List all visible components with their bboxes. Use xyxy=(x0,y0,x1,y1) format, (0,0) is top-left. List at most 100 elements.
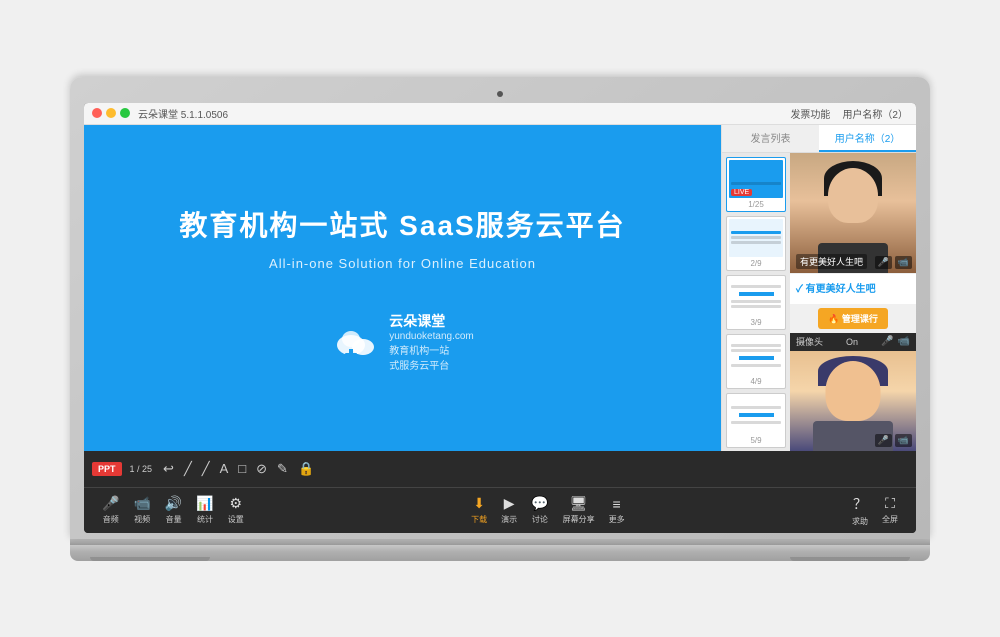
user2-face xyxy=(826,361,881,421)
stats-label: 统计 xyxy=(197,514,213,525)
chat-label: 讨论 xyxy=(532,514,548,525)
rp-content: LIVE 1/25 xyxy=(722,153,916,451)
toolbar-undo[interactable]: ↩ xyxy=(160,461,177,477)
slide-main-text: 教育机构一站式 SaaS服务云平台 xyxy=(179,204,625,244)
screenshare-label: 屏幕分享 xyxy=(563,514,595,525)
toolbar-pencil[interactable]: ✎ xyxy=(274,461,291,477)
toolbar-text[interactable]: A xyxy=(217,461,232,476)
user-area: 有更美好人生吧 🎤 📹 ✓ 有更美好人生吧 xyxy=(790,153,916,451)
window-title: 云朵课堂 5.1.1.0506 xyxy=(138,106,228,121)
manage-button[interactable]: 🔥 管理课行 xyxy=(818,308,888,329)
thumb-1[interactable]: LIVE 1/25 xyxy=(726,157,786,212)
user1-name: 有更美好人生吧 xyxy=(796,254,867,269)
audio-icon: 🎤 xyxy=(102,495,119,512)
ctrl-volume[interactable]: 🔊 音量 xyxy=(159,495,188,525)
laptop-hinge xyxy=(70,539,930,545)
laptop-foot-left xyxy=(90,557,210,561)
user-video-top: 有更美好人生吧 🎤 📹 xyxy=(790,153,916,273)
download-icon: ⬇ xyxy=(473,495,485,512)
logo-url: yunduoketang.com xyxy=(389,331,474,342)
slide-thumbs: LIVE 1/25 xyxy=(722,153,790,451)
toolbar-erase[interactable]: ⊘ xyxy=(253,461,270,477)
right-panel: 发言列表 用户名称（2） xyxy=(721,125,916,451)
present-label: 演示 xyxy=(501,514,517,525)
vl-icon-1[interactable]: 🎤 xyxy=(881,336,893,347)
toolbar-line[interactable]: ╱ xyxy=(199,461,213,477)
window-controls xyxy=(92,108,130,118)
screen-bezel: 云朵课堂 5.1.1.0506 发票功能 用户名称（2） 教育机构一站式 Saa… xyxy=(70,77,930,539)
right-panel-tabs: 发言列表 用户名称（2） xyxy=(722,125,916,153)
video-label-bar: 摄像头 On 🎤 📹 xyxy=(790,333,916,351)
thumb-2[interactable]: 2/9 xyxy=(726,216,786,271)
settings-icon: ⚙ xyxy=(229,495,242,512)
ctrl-settings[interactable]: ⚙ 设置 xyxy=(222,495,250,525)
camera xyxy=(497,91,503,97)
video-controls-1: 🎤 📹 xyxy=(875,256,912,269)
thumb-3[interactable]: 3/9 xyxy=(726,275,786,330)
logo-tagline2: 式服务云平台 xyxy=(389,357,474,372)
help-label: 求助 xyxy=(852,516,868,527)
help-icon: ？ xyxy=(853,494,867,514)
laptop-base xyxy=(70,545,930,561)
tab-users[interactable]: 用户名称（2） xyxy=(819,125,916,152)
slide-sub-text: All-in-one Solution for Online Education xyxy=(269,256,536,271)
ctrl-video[interactable]: 📹 视频 xyxy=(127,495,156,525)
ppt-btn[interactable]: PPT xyxy=(92,462,122,476)
ctrl-fullscreen[interactable]: ⛶ 全屏 xyxy=(876,495,904,525)
window-chrome: 云朵课堂 5.1.1.0506 发票功能 用户名称（2） xyxy=(84,103,916,125)
ctrl-chat[interactable]: 💬 讨论 xyxy=(525,495,554,525)
cam-btn-2[interactable]: 📹 xyxy=(895,434,912,447)
thumb-1-number: 1/25 xyxy=(729,200,783,209)
chat-msg-1: ✓ 有更美好人生吧 xyxy=(796,280,910,295)
logo-name: 云朵课堂 xyxy=(389,311,474,331)
chat-sender: ✓ 有更美好人生吧 xyxy=(796,284,876,295)
thumb-5-number: 5/9 xyxy=(729,436,783,445)
ctrl-download[interactable]: ⬇ 下载 xyxy=(465,495,493,525)
maximize-button[interactable] xyxy=(120,108,130,118)
fullscreen-icon: ⛶ xyxy=(885,495,895,512)
logo-text-block: 云朵课堂 yunduoketang.com 教育机构一站 式服务云平台 xyxy=(389,311,474,372)
slide-logo-area: 云朵课堂 yunduoketang.com 教育机构一站 式服务云平台 xyxy=(331,311,474,372)
video-controls-2: 🎤 📹 xyxy=(875,434,912,447)
ctrl-audio[interactable]: 🎤 音频 xyxy=(96,495,125,525)
video-icon: 📹 xyxy=(133,495,150,512)
live-badge: LIVE xyxy=(731,189,752,196)
slide-area: 教育机构一站式 SaaS服务云平台 All-in-one Solution fo… xyxy=(84,125,721,451)
tab-speech-list[interactable]: 发言列表 xyxy=(722,125,819,152)
fullscreen-label: 全屏 xyxy=(882,514,898,525)
ctrl-help[interactable]: ？ 求助 xyxy=(846,494,874,527)
thumb-2-number: 2/9 xyxy=(729,259,783,268)
mic-btn-2[interactable]: 🎤 xyxy=(875,434,892,447)
screenshare-icon: 🖥 xyxy=(570,495,588,512)
download-label: 下载 xyxy=(471,514,487,525)
ctrl-present[interactable]: ▶ 演示 xyxy=(495,495,523,525)
thumb-4[interactable]: 4/9 xyxy=(726,334,786,389)
thumb-5[interactable]: 5/9 xyxy=(726,393,786,448)
toolbar-pen[interactable]: ╱ xyxy=(181,461,195,477)
volume-label: 音量 xyxy=(166,514,182,525)
logo-tagline1: 教育机构一站 xyxy=(389,342,474,357)
vl-icon-2[interactable]: 📹 xyxy=(898,336,910,347)
present-icon: ▶ xyxy=(504,495,515,512)
video-label-text: 摄像头 xyxy=(796,335,823,348)
manage-actions: 🔥 管理课行 xyxy=(790,304,916,333)
app-body: 教育机构一站式 SaaS服务云平台 All-in-one Solution fo… xyxy=(84,125,916,451)
on-label: On xyxy=(846,337,858,347)
toolbar-lock[interactable]: 🔒 xyxy=(295,461,317,477)
laptop-screen: 云朵课堂 5.1.1.0506 发票功能 用户名称（2） 教育机构一站式 Saa… xyxy=(84,103,916,533)
close-button[interactable] xyxy=(92,108,102,118)
control-bar: 🎤 音频 📹 视频 🔊 音量 📊 统计 ⚙ 设置 xyxy=(84,487,916,533)
slide-info: 1 / 25 xyxy=(130,464,153,474)
mic-btn-1[interactable]: 🎤 xyxy=(875,256,892,269)
toolbar-rect[interactable]: □ xyxy=(235,461,249,476)
minimize-button[interactable] xyxy=(106,108,116,118)
invoice-link[interactable]: 发票功能 xyxy=(790,106,830,121)
audio-label: 音频 xyxy=(103,514,119,525)
slide-toolbar: PPT 1 / 25 ↩ ╱ ╱ A □ ⊘ ✎ 🔒 xyxy=(84,451,916,487)
ctrl-stats[interactable]: 📊 统计 xyxy=(190,495,219,525)
cam-btn-1[interactable]: 📹 xyxy=(895,256,912,269)
thumb-4-number: 4/9 xyxy=(729,377,783,386)
chat-area: ✓ 有更美好人生吧 xyxy=(790,273,916,304)
ctrl-screenshare[interactable]: 🖥 屏幕分享 xyxy=(557,495,601,525)
ctrl-more[interactable]: ≡ 更多 xyxy=(603,496,631,525)
